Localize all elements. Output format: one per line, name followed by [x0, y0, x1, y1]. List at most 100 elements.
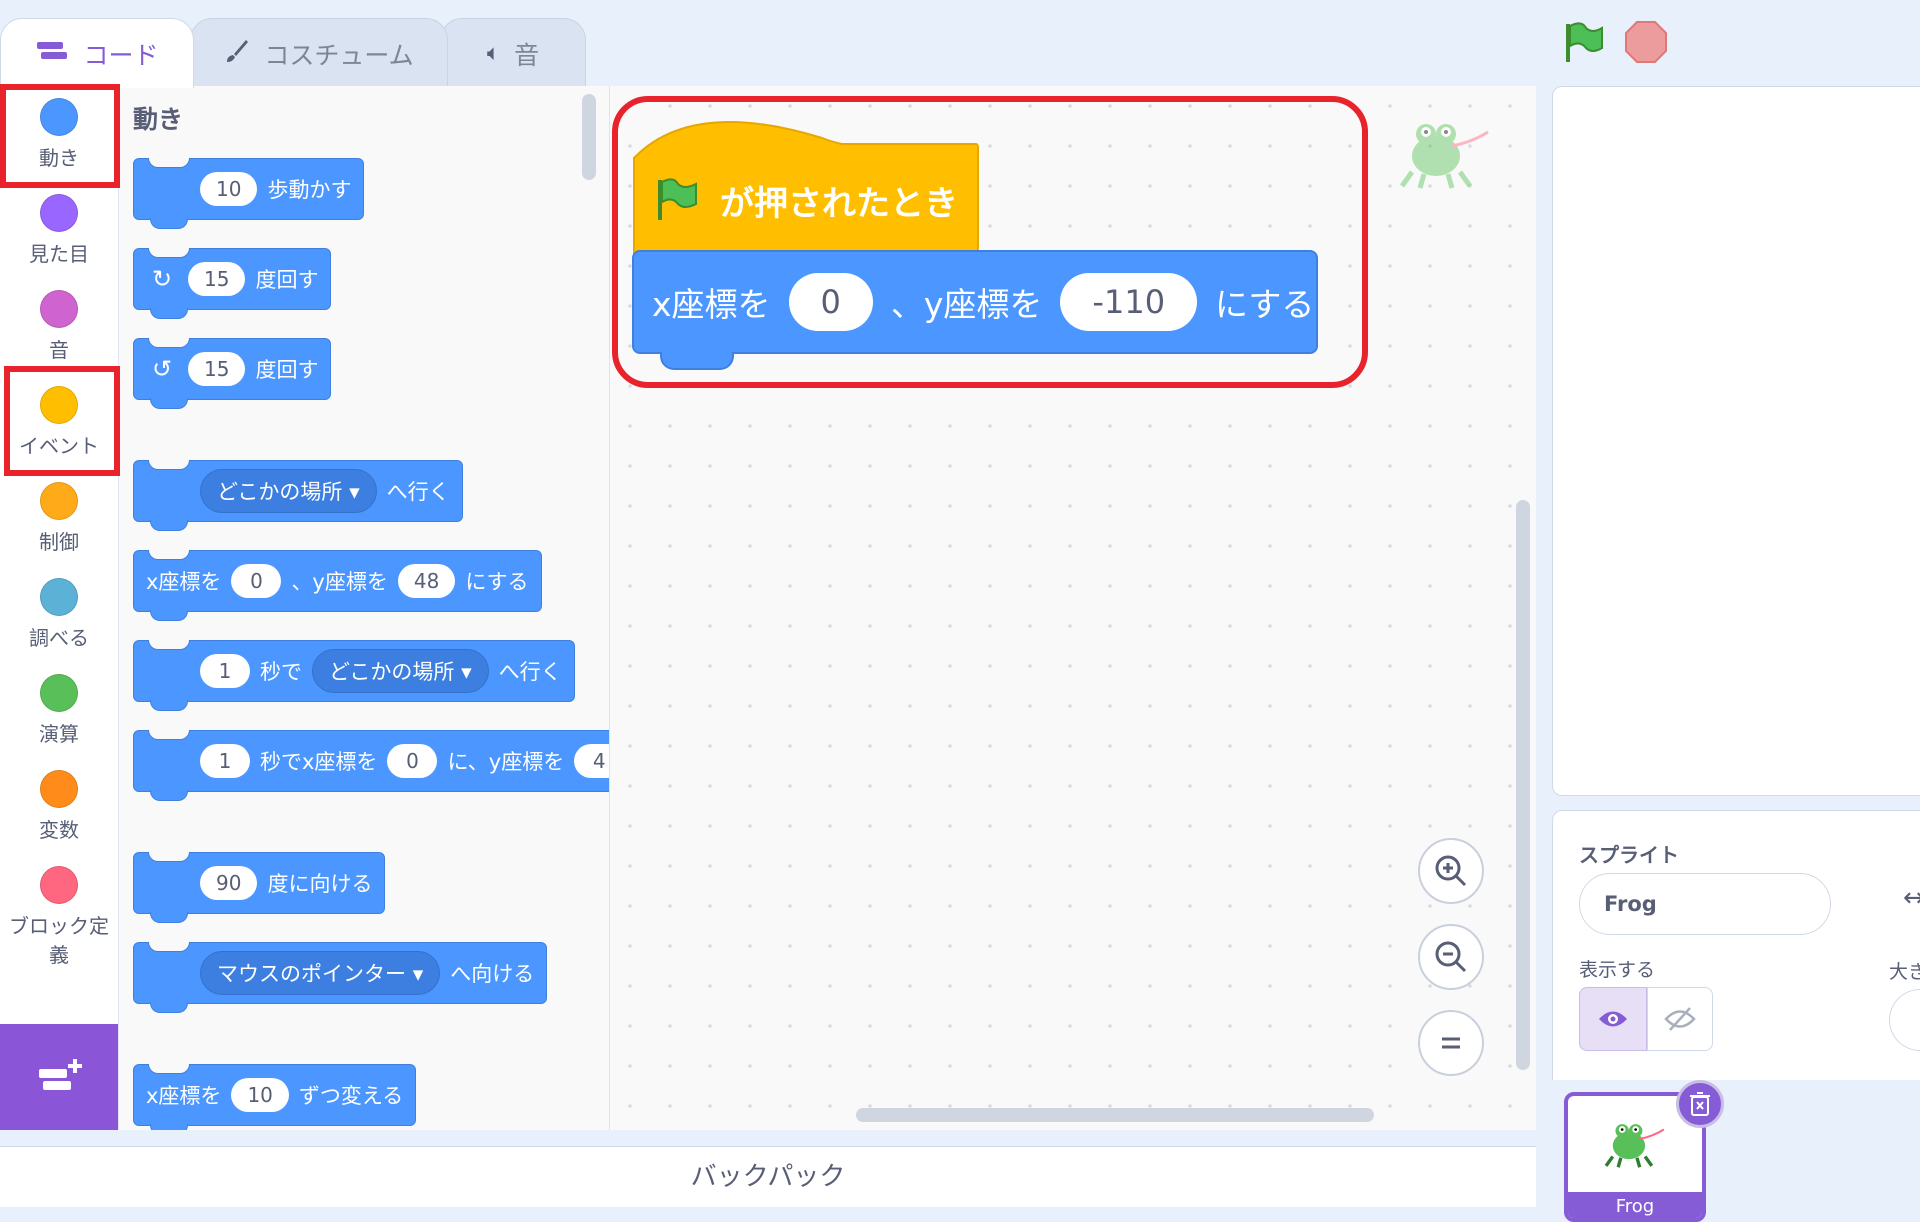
- sprite-heading: スプライト: [1579, 843, 1679, 867]
- tab-sounds[interactable]: 🔈︎ 音: [440, 18, 586, 88]
- green-flag-button[interactable]: [1560, 18, 1608, 66]
- category-sound[interactable]: 音: [0, 290, 118, 363]
- block-text: 歩動かす: [267, 178, 352, 202]
- change-x-block[interactable]: x座標を 10 ずつ変える: [133, 1064, 417, 1130]
- eye-slash-icon: [1664, 1007, 1696, 1031]
- degrees-input[interactable]: 15: [188, 352, 246, 386]
- category-control[interactable]: 制御: [0, 482, 118, 555]
- hide-sprite-button[interactable]: [1647, 987, 1713, 1051]
- category-label: ブロック定: [9, 914, 109, 938]
- category-looks[interactable]: 見た目: [0, 194, 118, 267]
- sound-category-dot: [40, 290, 78, 328]
- block-text: へ向ける: [450, 962, 535, 986]
- move-steps-block[interactable]: 10 歩動かす: [133, 158, 365, 229]
- tab-code[interactable]: コード: [0, 18, 194, 88]
- category-label: 演算: [39, 722, 79, 746]
- tab-code-label: コード: [83, 40, 159, 70]
- block-text: 秒でx座標を: [260, 750, 378, 774]
- y-input[interactable]: 48: [397, 564, 456, 598]
- palette-heading: 動き: [133, 105, 184, 134]
- operators-category-dot: [40, 674, 78, 712]
- block-text: 度回す: [255, 358, 319, 382]
- sprite-indicator-icon: [1396, 112, 1500, 196]
- zoom-out-button[interactable]: [1418, 924, 1484, 990]
- category-sensing[interactable]: 調べる: [0, 578, 118, 651]
- zoom-in-button[interactable]: [1418, 838, 1484, 904]
- block-text: ずつ変える: [298, 1084, 404, 1108]
- delete-sprite-button[interactable]: [1676, 1080, 1724, 1128]
- point-towards-block[interactable]: マウスのポインター ▾ へ向ける: [133, 942, 548, 1013]
- highlight-box-motion: [0, 84, 120, 188]
- category-label: 制御: [39, 530, 79, 554]
- backpack-bar[interactable]: バックパック: [0, 1146, 1536, 1207]
- size-label: 大き: [1889, 961, 1920, 983]
- seconds-input[interactable]: 1: [200, 744, 250, 778]
- zoom-in-icon: [1435, 855, 1467, 887]
- add-extension-button[interactable]: [0, 1024, 118, 1130]
- frog-sprite-icon: [1604, 1124, 1665, 1168]
- stop-button[interactable]: [1624, 20, 1668, 64]
- add-extension-icon: [39, 1059, 82, 1090]
- goto-target-dropdown[interactable]: どこかの場所 ▾: [200, 469, 377, 513]
- block-text: 、y座標を: [291, 570, 388, 594]
- category-label: 変数: [39, 818, 79, 842]
- backpack-label: バックパック: [690, 1162, 846, 1192]
- workspace-horizontal-scrollbar[interactable]: [856, 1108, 1374, 1122]
- caret-down-icon: ▾: [412, 962, 424, 986]
- looks-category-dot: [40, 194, 78, 232]
- x-input[interactable]: 0: [231, 564, 282, 598]
- y-input[interactable]: 4: [574, 744, 609, 778]
- control-category-dot: [40, 482, 78, 520]
- caret-down-icon: ▾: [461, 660, 472, 684]
- tab-costumes[interactable]: コスチューム: [190, 18, 448, 88]
- zoom-reset-button[interactable]: [1418, 1010, 1484, 1076]
- turn-left-block[interactable]: ↺ 15 度回す: [133, 338, 332, 409]
- direction-input[interactable]: 90: [200, 866, 258, 900]
- block-text: に、y座標を: [447, 750, 565, 774]
- highlight-box-script: [612, 96, 1368, 388]
- tab-sounds-label: 音: [514, 40, 540, 70]
- sprite-name-field[interactable]: Frog: [1579, 873, 1831, 935]
- sprite-info-panel: スプライト Frog ↔ 表示する 大き: [1552, 810, 1920, 1082]
- palette-scrollbar[interactable]: [582, 94, 596, 180]
- show-label: 表示する: [1579, 959, 1656, 981]
- size-field[interactable]: [1889, 989, 1920, 1051]
- block-text: へ行く: [386, 480, 450, 504]
- category-label: 調べる: [29, 626, 89, 650]
- degrees-input[interactable]: 15: [188, 262, 246, 296]
- glide-to-xy-block[interactable]: 1 秒でx座標を 0 に、y座標を 4: [133, 730, 609, 801]
- block-palette: 動き 10 歩動かす ↻ 15 度回す ↺ 15 度回す どこかの場所 ▾ へ行…: [119, 86, 610, 1130]
- rotate-right-icon: ↻: [151, 265, 173, 293]
- tab-costumes-label: コスチューム: [264, 40, 414, 70]
- seconds-input[interactable]: 1: [200, 654, 250, 688]
- workspace-vertical-scrollbar[interactable]: [1516, 500, 1530, 1070]
- dropdown-value: どこかの場所: [217, 480, 343, 504]
- caret-down-icon: ▾: [349, 480, 360, 504]
- category-operators[interactable]: 演算: [0, 674, 118, 747]
- sensing-category-dot: [40, 578, 78, 616]
- block-text: 秒で: [260, 660, 302, 684]
- go-to-xy-block[interactable]: x座標を 0 、y座標を 48 にする: [133, 550, 542, 621]
- point-in-direction-block[interactable]: 90 度に向ける: [133, 852, 386, 923]
- my-blocks-category-dot: [40, 866, 78, 904]
- turn-right-block[interactable]: ↻ 15 度回す: [133, 248, 332, 319]
- stop-icon: [1625, 21, 1667, 63]
- sprite-list: Frog: [1552, 1080, 1920, 1222]
- brush-icon: [224, 38, 250, 70]
- category-my-blocks[interactable]: ブロック定 義: [0, 866, 118, 968]
- point-target-dropdown[interactable]: マウスのポインター ▾: [200, 951, 441, 995]
- x-input[interactable]: 0: [387, 744, 438, 778]
- arrow-icon: ↔: [1903, 883, 1920, 913]
- show-sprite-button[interactable]: [1579, 987, 1647, 1051]
- speaker-icon: 🔈︎: [486, 41, 501, 66]
- glide-target-dropdown[interactable]: どこかの場所 ▾: [312, 649, 489, 693]
- block-text: にする: [465, 570, 529, 594]
- stage[interactable]: [1552, 86, 1920, 796]
- category-variables[interactable]: 変数: [0, 770, 118, 843]
- change-input[interactable]: 10: [231, 1078, 289, 1112]
- zoom-out-icon: [1435, 941, 1467, 973]
- steps-input[interactable]: 10: [200, 172, 258, 206]
- go-to-block[interactable]: どこかの場所 ▾ へ行く: [133, 460, 463, 531]
- category-label: 見た目: [29, 242, 89, 266]
- glide-to-block[interactable]: 1 秒で どこかの場所 ▾ へ行く: [133, 640, 575, 711]
